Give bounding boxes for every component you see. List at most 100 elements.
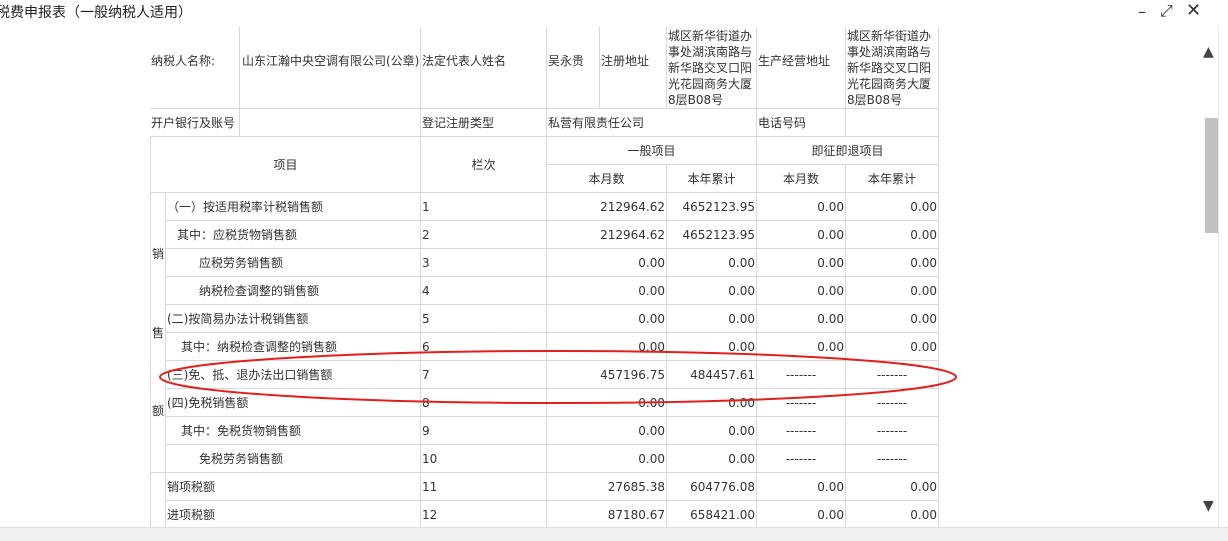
reg-type: 私营有限责任公司	[547, 109, 757, 137]
vat-return-table: 纳税人名称: 山东江瀚中央空调有限公司(公章) 法定代表人姓名 吴永贵 注册地址…	[0, 27, 1200, 527]
refund-month-value[interactable]: 0.00	[757, 249, 846, 277]
row-item-label: 免税劳务销售额	[166, 445, 421, 473]
refund-month-header: 本月数	[757, 165, 846, 193]
general-ytd-value[interactable]: 0.00	[667, 277, 757, 305]
row-item-label: (二)按简易办法计税销售额	[166, 305, 421, 333]
refund-ytd-value[interactable]: -------	[846, 389, 939, 417]
general-ytd-value[interactable]: 0.00	[667, 305, 757, 333]
refund-ytd-value[interactable]: -------	[846, 445, 939, 473]
general-month-value[interactable]: 87180.67	[547, 501, 667, 527]
general-ytd-header: 本年累计	[667, 165, 757, 193]
refund-ytd-value[interactable]: 0.00	[846, 501, 939, 527]
general-month-value[interactable]: 0.00	[547, 333, 667, 361]
taxpayer-name: 山东江瀚中央空调有限公司(公章)	[240, 27, 421, 109]
refund-ytd-value[interactable]: 0.00	[846, 221, 939, 249]
refund-month-value[interactable]: 0.00	[757, 277, 846, 305]
legal-rep-name: 吴永贵	[547, 27, 600, 109]
reg-address-label: 注册地址	[600, 27, 667, 109]
refund-month-value[interactable]: 0.00	[757, 501, 846, 527]
bank-label: 开户银行及账号	[150, 109, 240, 137]
refund-month-value[interactable]: 0.00	[757, 473, 846, 501]
refund-month-value[interactable]: 0.00	[757, 193, 846, 221]
phone-label: 电话号码	[757, 109, 846, 137]
refund-month-value[interactable]: 0.00	[757, 305, 846, 333]
general-month-value[interactable]: 27685.38	[547, 473, 667, 501]
refund-month-value[interactable]: 0.00	[757, 333, 846, 361]
general-ytd-value[interactable]: 0.00	[667, 417, 757, 445]
general-month-value[interactable]: 212964.62	[547, 221, 667, 249]
row-line-number: 4	[421, 277, 547, 305]
row-line-number: 11	[421, 473, 547, 501]
row-line-number: 5	[421, 305, 547, 333]
scroll-up-icon[interactable]: ▲	[1203, 44, 1214, 60]
refund-month-value[interactable]: -------	[757, 389, 846, 417]
general-month-value[interactable]: 212964.62	[547, 193, 667, 221]
reg-address: 城区新华街道办事处湖滨南路与新华路交叉口阳光花园商务大厦8层B08号	[667, 27, 757, 109]
maximize-icon[interactable]: ⤢	[1160, 1, 1173, 21]
refund-month-value[interactable]: 0.00	[757, 221, 846, 249]
general-ytd-value[interactable]: 4652123.95	[667, 221, 757, 249]
general-month-value[interactable]: 0.00	[547, 445, 667, 473]
title-bar: 税费申报表（一般纳税人适用） – ⤢ ✕	[0, 0, 1228, 24]
refund-month-value[interactable]: -------	[757, 417, 846, 445]
group-char: 售	[152, 326, 165, 340]
refund-ytd-value[interactable]: 0.00	[846, 305, 939, 333]
refund-month-value[interactable]: -------	[757, 361, 846, 389]
minimize-icon[interactable]: –	[1138, 2, 1146, 22]
refund-ytd-value[interactable]: 0.00	[846, 473, 939, 501]
row-line-number: 8	[421, 389, 547, 417]
row-item-label: (三)免、抵、退办法出口销售额	[166, 361, 421, 389]
general-ytd-value[interactable]: 658421.00	[667, 501, 757, 527]
general-ytd-value[interactable]: 0.00	[667, 389, 757, 417]
general-ytd-value[interactable]: 0.00	[667, 445, 757, 473]
general-month-value[interactable]: 0.00	[547, 249, 667, 277]
group-char: 销	[152, 247, 165, 261]
scrollbar-thumb[interactable]	[1205, 118, 1218, 233]
row-line-number: 2	[421, 221, 547, 249]
general-month-header: 本月数	[547, 165, 667, 193]
reg-type-label: 登记注册类型	[421, 109, 547, 137]
line-column-header: 栏次	[421, 137, 547, 193]
refund-ytd-value[interactable]: -------	[846, 361, 939, 389]
row-item-label: 纳税检查调整的销售额	[166, 277, 421, 305]
legal-rep-label: 法定代表人姓名	[421, 27, 547, 109]
refund-month-value[interactable]: -------	[757, 445, 846, 473]
refund-ytd-value[interactable]: 0.00	[846, 249, 939, 277]
row-item-label: 销项税额	[166, 473, 421, 501]
general-ytd-value[interactable]: 4652123.95	[667, 193, 757, 221]
general-ytd-value[interactable]: 484457.61	[667, 361, 757, 389]
general-month-value[interactable]: 0.00	[547, 417, 667, 445]
close-icon[interactable]: ✕	[1186, 1, 1201, 21]
taxpayer-name-label: 纳税人名称:	[150, 27, 240, 109]
general-ytd-value[interactable]: 0.00	[667, 249, 757, 277]
row-item-label: 其中：应税货物销售额	[166, 221, 421, 249]
group-char: 额	[152, 404, 165, 418]
general-month-value[interactable]: 0.00	[547, 389, 667, 417]
general-month-value[interactable]: 457196.75	[547, 361, 667, 389]
bank-account	[240, 109, 421, 137]
row-line-number: 12	[421, 501, 547, 527]
scroll-down-icon[interactable]: ▼	[1203, 498, 1214, 514]
refund-ytd-header: 本年累计	[846, 165, 939, 193]
biz-address: 城区新华街道办事处湖滨南路与新华路交叉口阳光花园商务大厦8层B08号	[846, 27, 939, 109]
biz-address-label: 生产经营地址	[757, 27, 846, 109]
refund-ytd-value[interactable]: 0.00	[846, 333, 939, 361]
row-line-number: 6	[421, 333, 547, 361]
row-item-label: (四)免税销售额	[166, 389, 421, 417]
phone-number	[846, 109, 939, 137]
general-ytd-value[interactable]: 0.00	[667, 333, 757, 361]
sales-group-column: 销 售 额	[150, 193, 166, 473]
general-ytd-value[interactable]: 604776.08	[667, 473, 757, 501]
horizontal-scrollbar[interactable]	[0, 527, 1228, 541]
vertical-scrollbar[interactable]	[1200, 27, 1228, 527]
row-line-number: 10	[421, 445, 547, 473]
row-line-number: 3	[421, 249, 547, 277]
refund-ytd-value[interactable]: -------	[846, 417, 939, 445]
window-title: 税费申报表（一般纳税人适用）	[0, 5, 192, 21]
refund-ytd-value[interactable]: 0.00	[846, 277, 939, 305]
row-line-number: 1	[421, 193, 547, 221]
general-month-value[interactable]: 0.00	[547, 277, 667, 305]
row-item-label: 进项税额	[166, 501, 421, 527]
refund-ytd-value[interactable]: 0.00	[846, 193, 939, 221]
general-month-value[interactable]: 0.00	[547, 305, 667, 333]
